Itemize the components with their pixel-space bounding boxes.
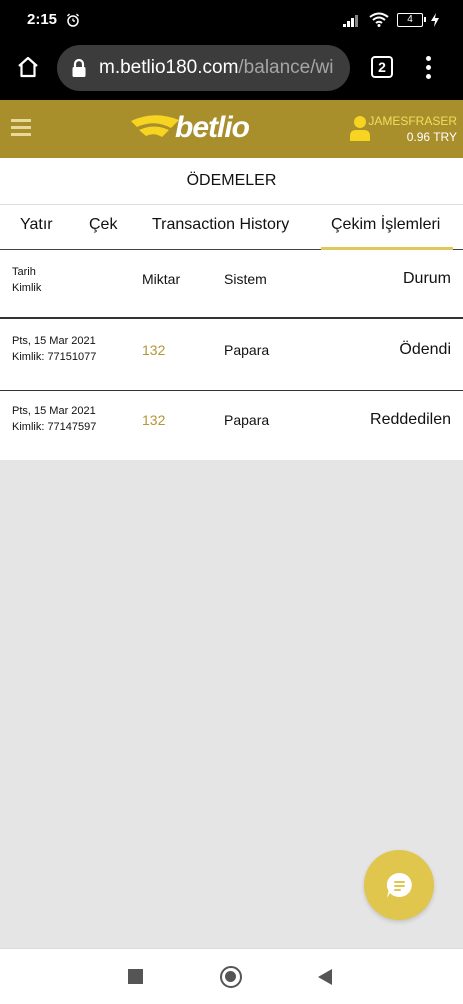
lock-icon bbox=[72, 58, 86, 77]
home-icon[interactable] bbox=[16, 55, 40, 79]
site-header: betlio JAMESFRASER 0.96 TRY bbox=[0, 100, 463, 158]
tab-bar: Yatır Çek Transaction History Çekim İşle… bbox=[0, 205, 463, 250]
user-balance: 0.96 TRY bbox=[406, 130, 457, 144]
tab-withdraw[interactable]: Çek bbox=[89, 216, 117, 234]
url-path: /balance/wi bbox=[238, 57, 334, 78]
hamburger-icon[interactable] bbox=[11, 119, 31, 137]
signal-icon bbox=[343, 14, 358, 27]
status-bar: 2:15 4 bbox=[0, 0, 463, 40]
row-amount: 132 bbox=[142, 412, 166, 428]
back-button[interactable] bbox=[318, 969, 332, 985]
logo[interactable]: betlio bbox=[129, 111, 255, 147]
charging-icon bbox=[431, 12, 439, 27]
browser-toolbar: m.betlio180.com/balance/wi 2 bbox=[0, 40, 463, 100]
logo-text: betlio bbox=[175, 111, 250, 144]
home-button[interactable] bbox=[220, 966, 242, 988]
status-time: 2:15 bbox=[27, 11, 58, 28]
row-id: Kimlik: 77151077 bbox=[12, 351, 97, 363]
tab-transaction-history[interactable]: Transaction History bbox=[152, 216, 289, 234]
system-nav-bar bbox=[0, 948, 463, 1004]
username[interactable]: JAMESFRASER bbox=[368, 114, 457, 128]
tab-switcher-button[interactable]: 2 bbox=[371, 56, 393, 78]
header-id: Kimlik bbox=[12, 282, 42, 294]
address-bar[interactable]: m.betlio180.com/balance/wi bbox=[57, 45, 350, 91]
url-text: m.betlio180.com/balance/wi bbox=[99, 57, 333, 79]
user-icon[interactable] bbox=[350, 115, 370, 141]
chat-icon bbox=[386, 872, 412, 898]
row-date: Pts, 15 Mar 2021 bbox=[12, 335, 96, 347]
url-host: m.betlio180.com bbox=[99, 57, 239, 78]
tab-withdrawal-operations[interactable]: Çekim İşlemleri bbox=[331, 216, 440, 234]
table-row: Pts, 15 Mar 2021 Kimlik: 77151077 132 Pa… bbox=[0, 321, 463, 391]
active-tab-indicator bbox=[321, 247, 453, 250]
row-system: Papara bbox=[224, 412, 270, 428]
row-system: Papara bbox=[224, 342, 270, 358]
alarm-icon bbox=[67, 13, 79, 27]
payments-panel: ÖDEMELER Yatır Çek Transaction History Ç… bbox=[0, 158, 463, 460]
row-date: Pts, 15 Mar 2021 bbox=[12, 405, 96, 417]
header-status: Durum bbox=[402, 270, 451, 287]
battery-icon: 4 bbox=[397, 12, 426, 27]
page-title: ÖDEMELER bbox=[0, 158, 463, 205]
row-status: Reddedilen bbox=[370, 411, 451, 428]
table-row: Pts, 15 Mar 2021 Kimlik: 77147597 132 Pa… bbox=[0, 391, 463, 461]
row-id: Kimlik: 77147597 bbox=[12, 421, 97, 433]
wifi-icon bbox=[369, 12, 389, 27]
header-date: Tarih bbox=[12, 266, 36, 278]
chat-button[interactable] bbox=[364, 850, 434, 920]
row-amount: 132 bbox=[142, 342, 166, 358]
header-system: Sistem bbox=[224, 271, 267, 287]
table-header: Tarih Kimlik Miktar Sistem Durum bbox=[0, 251, 463, 319]
tab-deposit[interactable]: Yatır bbox=[20, 216, 53, 234]
row-status: Ödendi bbox=[399, 341, 451, 358]
more-icon[interactable] bbox=[426, 56, 432, 80]
recents-button[interactable] bbox=[128, 969, 143, 984]
header-amount: Miktar bbox=[142, 271, 181, 287]
